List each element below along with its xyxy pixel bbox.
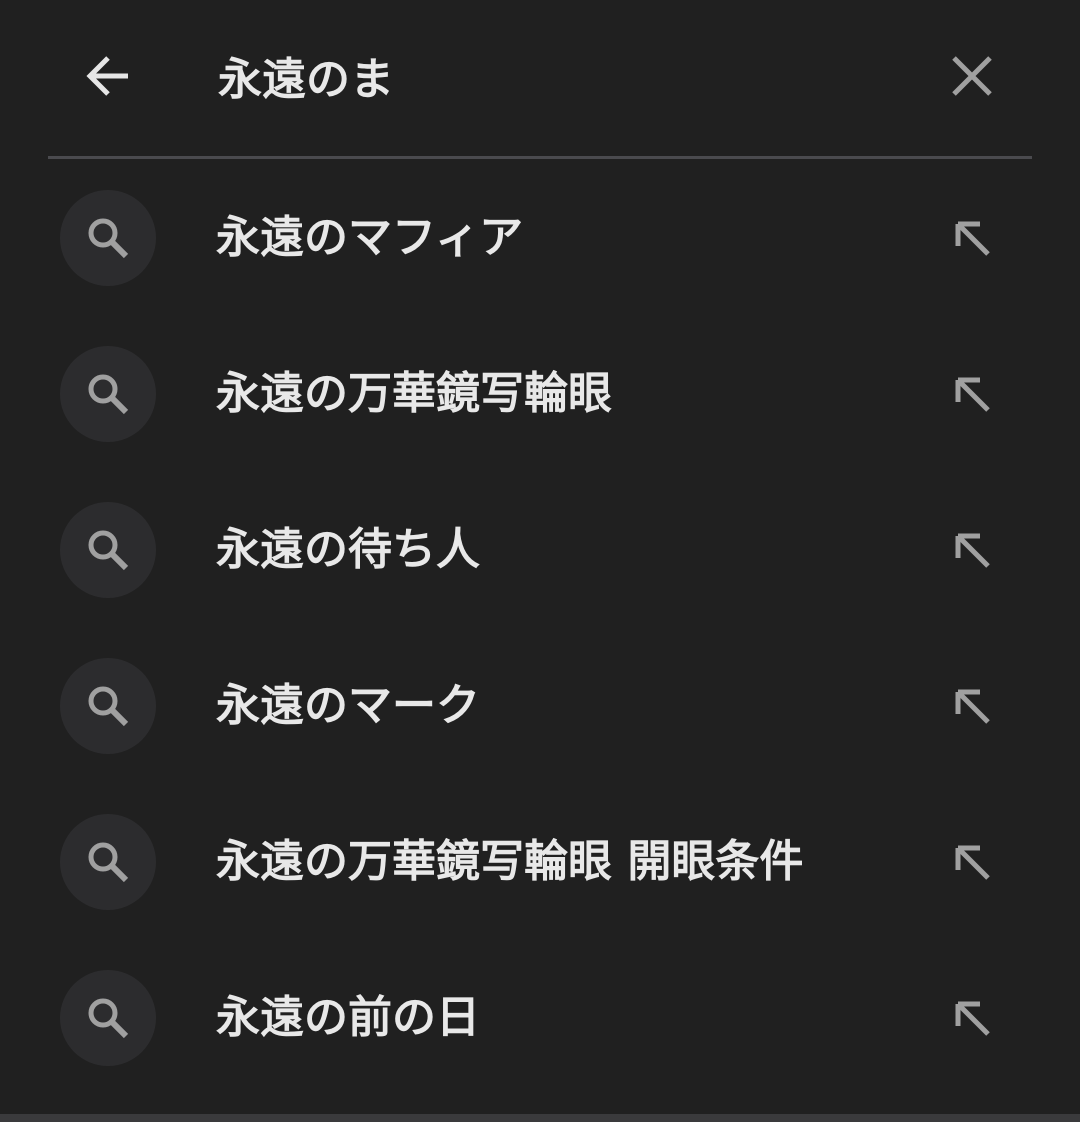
search-divider [48, 156, 1032, 159]
suggestion-icon-circle [60, 502, 156, 598]
suggestion-item[interactable]: 永遠の前の日 [0, 940, 1080, 1096]
arrow-up-left-icon [955, 221, 990, 256]
fill-query-button[interactable] [934, 512, 1010, 588]
arrow-up-left-icon [955, 533, 990, 568]
search-bar [0, 0, 1080, 150]
suggestion-item[interactable]: 永遠の万華鏡写輪眼 [0, 316, 1080, 472]
arrow-up-left-icon [955, 1001, 990, 1036]
clear-button[interactable] [934, 38, 1010, 114]
search-icon [88, 686, 129, 727]
suggestion-text: 永遠の万華鏡写輪眼 開眼条件 [216, 836, 804, 887]
fill-query-button[interactable] [934, 824, 1010, 900]
arrow-left-icon [86, 56, 128, 96]
arrow-up-left-icon [955, 377, 990, 412]
bottom-edge [0, 1114, 1080, 1122]
search-icon [88, 530, 129, 571]
search-icon [88, 998, 129, 1039]
search-input[interactable] [210, 40, 910, 110]
search-icon [88, 374, 129, 415]
suggestion-text: 永遠のマフィア [216, 212, 524, 263]
suggestion-icon-circle [60, 190, 156, 286]
fill-query-button[interactable] [934, 668, 1010, 744]
suggestion-icon-circle [60, 814, 156, 910]
suggestion-text: 永遠の前の日 [216, 992, 480, 1043]
suggestion-item[interactable]: 永遠の万華鏡写輪眼 開眼条件 [0, 784, 1080, 940]
suggestion-icon-circle [60, 658, 156, 754]
close-icon [952, 56, 992, 96]
search-icon [88, 218, 129, 259]
search-icon [88, 842, 129, 883]
suggestion-text: 永遠の万華鏡写輪眼 [216, 368, 612, 419]
fill-query-button[interactable] [934, 356, 1010, 432]
suggestion-item[interactable]: 永遠のマーク [0, 628, 1080, 784]
suggestion-text: 永遠の待ち人 [216, 524, 480, 575]
suggestion-text: 永遠のマーク [216, 680, 480, 731]
back-button[interactable] [70, 38, 146, 114]
arrow-up-left-icon [955, 689, 990, 724]
suggestion-list: 永遠のマフィア 永遠の万華鏡写輪眼 永遠の待ち人 永遠のマーク 永遠の万華鏡写輪… [0, 160, 1080, 1096]
suggestion-item[interactable]: 永遠の待ち人 [0, 472, 1080, 628]
suggestion-item[interactable]: 永遠のマフィア [0, 160, 1080, 316]
suggestion-icon-circle [60, 970, 156, 1066]
arrow-up-left-icon [955, 845, 990, 880]
fill-query-button[interactable] [934, 980, 1010, 1056]
fill-query-button[interactable] [934, 200, 1010, 276]
suggestion-icon-circle [60, 346, 156, 442]
